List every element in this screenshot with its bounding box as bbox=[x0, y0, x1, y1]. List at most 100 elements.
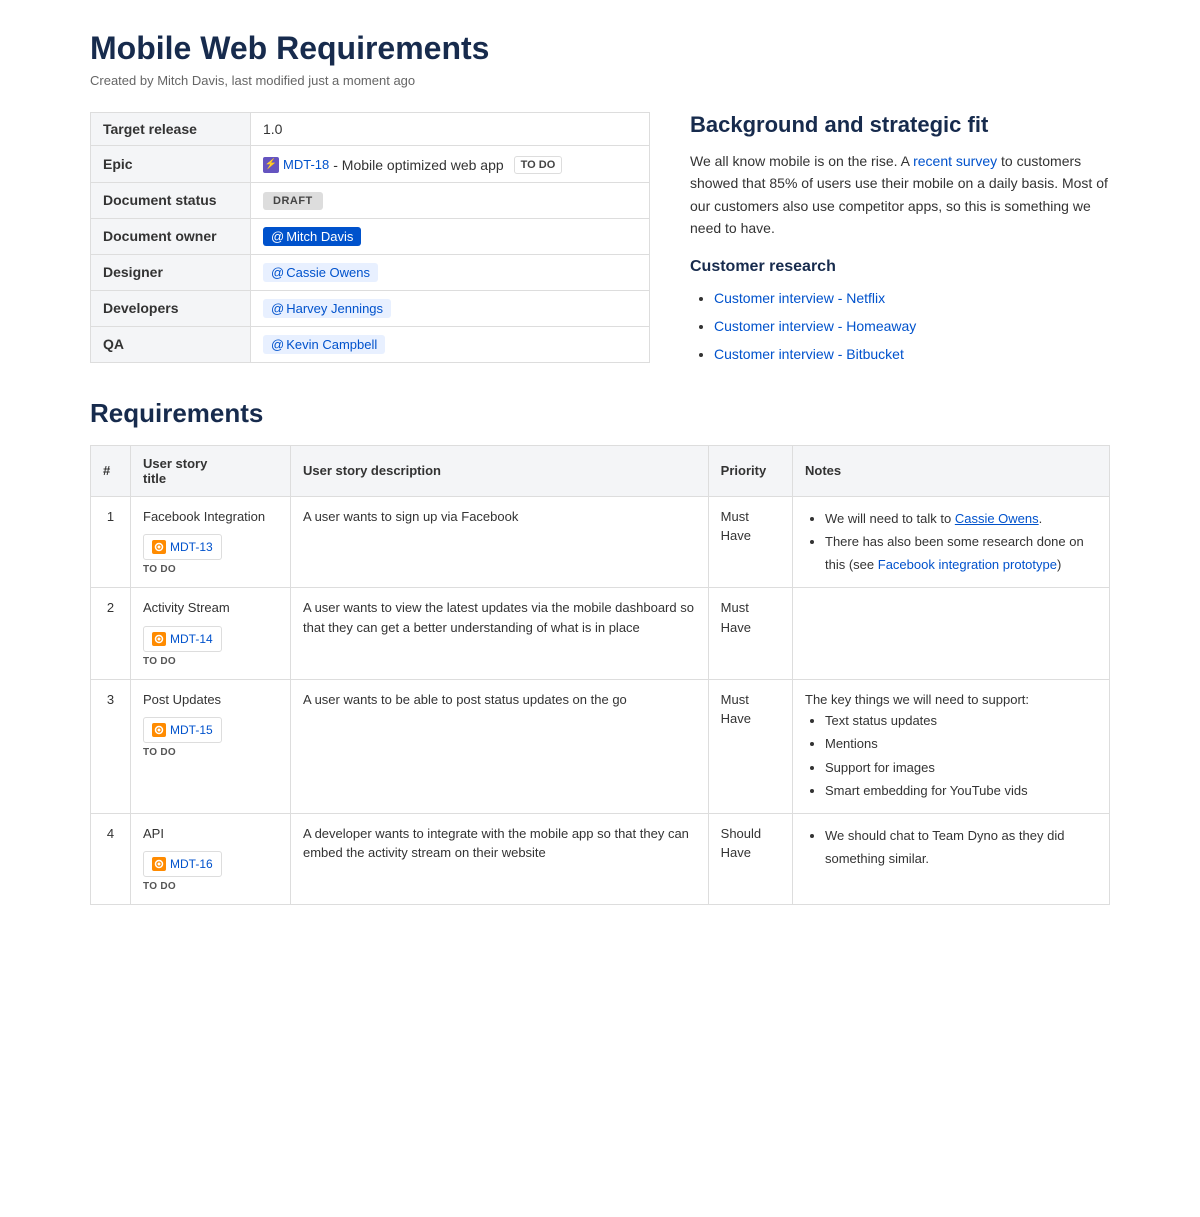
row3-todo-badge: TO DO bbox=[143, 745, 278, 760]
table-row-developers: Developers Harvey Jennings bbox=[91, 290, 650, 326]
value-doc-status: DRAFT bbox=[251, 182, 650, 218]
col-story-title: User storytitle bbox=[131, 445, 291, 496]
row2-title: Activity Stream MDT-14 TO DO bbox=[131, 588, 291, 680]
row3-priority: Must Have bbox=[708, 679, 792, 813]
table-row-release: Target release 1.0 bbox=[91, 113, 650, 146]
background-heading: Background and strategic fit bbox=[690, 112, 1110, 138]
note-item: We will need to talk to Cassie Owens. bbox=[825, 507, 1097, 530]
recent-survey-link[interactable]: recent survey bbox=[913, 153, 997, 169]
col-priority: Priority bbox=[708, 445, 792, 496]
table-row: 1 Facebook Integration MDT-13 TO DO A us… bbox=[91, 496, 1110, 588]
link-homeaway[interactable]: Customer interview - Homeaway bbox=[714, 318, 916, 334]
row1-jira-link[interactable]: MDT-13 bbox=[170, 538, 213, 556]
row1-todo-badge: TO DO bbox=[143, 562, 278, 577]
row2-todo-badge: TO DO bbox=[143, 654, 278, 669]
table-row-designer: Designer Cassie Owens bbox=[91, 254, 650, 290]
label-doc-owner: Document owner bbox=[91, 218, 251, 254]
row1-notes: We will need to talk to Cassie Owens. Th… bbox=[793, 496, 1110, 588]
row4-title: API MDT-16 TO DO bbox=[131, 813, 291, 905]
epic-jira-link[interactable]: MDT-18 bbox=[283, 157, 329, 172]
table-header-row: # User storytitle User story description… bbox=[91, 445, 1110, 496]
row4-jira-link[interactable]: MDT-16 bbox=[170, 855, 213, 873]
table-row: 4 API MDT-16 TO DO A developer wants to … bbox=[91, 813, 1110, 905]
row2-priority: Must Have bbox=[708, 588, 792, 680]
jira-epic-icon: ⚡ bbox=[263, 157, 279, 173]
row4-notes: We should chat to Team Dyno as they did … bbox=[793, 813, 1110, 905]
label-developers: Developers bbox=[91, 290, 251, 326]
table-row: 3 Post Updates MDT-15 TO DO A user wants… bbox=[91, 679, 1110, 813]
row2-jira-tag: MDT-14 bbox=[143, 626, 222, 652]
page-title: Mobile Web Requirements bbox=[90, 30, 1110, 67]
epic-jira-text: - Mobile optimized web app bbox=[333, 157, 503, 173]
value-epic: ⚡ MDT-18 - Mobile optimized web app TO D… bbox=[251, 146, 650, 183]
row3-notes: The key things we will need to support: … bbox=[793, 679, 1110, 813]
row4-num: 4 bbox=[91, 813, 131, 905]
col-story-desc: User story description bbox=[291, 445, 709, 496]
row2-jira-icon bbox=[152, 632, 166, 646]
requirements-table: # User storytitle User story description… bbox=[90, 445, 1110, 906]
row2-title-text: Activity Stream bbox=[143, 598, 278, 618]
row3-jira-icon bbox=[152, 723, 166, 737]
table-row: 2 Activity Stream MDT-14 TO DO A user wa… bbox=[91, 588, 1110, 680]
row1-title-text: Facebook Integration bbox=[143, 507, 278, 527]
row3-jira-tag: MDT-15 bbox=[143, 717, 222, 743]
row2-notes bbox=[793, 588, 1110, 680]
mention-kevin-campbell[interactable]: Kevin Campbell bbox=[263, 335, 385, 354]
row3-title: Post Updates MDT-15 TO DO bbox=[131, 679, 291, 813]
row3-num: 3 bbox=[91, 679, 131, 813]
value-qa: Kevin Campbell bbox=[251, 326, 650, 362]
row1-jira-tag: MDT-13 bbox=[143, 534, 222, 560]
list-item-bitbucket: Customer interview - Bitbucket bbox=[714, 340, 1110, 368]
row4-jira-icon bbox=[152, 857, 166, 871]
label-designer: Designer bbox=[91, 254, 251, 290]
row2-num: 2 bbox=[91, 588, 131, 680]
row4-priority: Should Have bbox=[708, 813, 792, 905]
row3-notes-list: Text status updates Mentions Support for… bbox=[805, 709, 1097, 803]
info-table: Target release 1.0 Epic ⚡ MDT-18 - Mobil… bbox=[90, 112, 650, 363]
mention-harvey-jennings[interactable]: Harvey Jennings bbox=[263, 299, 391, 318]
requirements-heading: Requirements bbox=[90, 398, 1110, 429]
row3-jira-link[interactable]: MDT-15 bbox=[170, 721, 213, 739]
table-row-doc-owner: Document owner Mitch Davis bbox=[91, 218, 650, 254]
col-num: # bbox=[91, 445, 131, 496]
draft-badge: DRAFT bbox=[263, 192, 323, 210]
row4-todo-badge: TO DO bbox=[143, 879, 278, 894]
page-subtitle: Created by Mitch Davis, last modified ju… bbox=[90, 73, 1110, 88]
value-doc-owner: Mitch Davis bbox=[251, 218, 650, 254]
label-epic: Epic bbox=[91, 146, 251, 183]
note-item: Smart embedding for YouTube vids bbox=[825, 779, 1097, 802]
label-target-release: Target release bbox=[91, 113, 251, 146]
list-item-netflix: Customer interview - Netflix bbox=[714, 284, 1110, 312]
note-item: We should chat to Team Dyno as they did … bbox=[825, 824, 1097, 871]
note-fb-prototype-link[interactable]: Facebook integration prototype bbox=[878, 557, 1057, 572]
row4-description: A developer wants to integrate with the … bbox=[291, 813, 709, 905]
link-bitbucket[interactable]: Customer interview - Bitbucket bbox=[714, 346, 904, 362]
table-row-epic: Epic ⚡ MDT-18 - Mobile optimized web app… bbox=[91, 146, 650, 183]
row2-jira-link[interactable]: MDT-14 bbox=[170, 630, 213, 648]
value-developers: Harvey Jennings bbox=[251, 290, 650, 326]
note-item: Support for images bbox=[825, 756, 1097, 779]
row1-num: 1 bbox=[91, 496, 131, 588]
row1-description: A user wants to sign up via Facebook bbox=[291, 496, 709, 588]
background-body: We all know mobile is on the rise. A rec… bbox=[690, 150, 1110, 240]
table-row-doc-status: Document status DRAFT bbox=[91, 182, 650, 218]
note-item: Mentions bbox=[825, 732, 1097, 755]
right-panel: Background and strategic fit We all know… bbox=[690, 112, 1110, 368]
value-designer: Cassie Owens bbox=[251, 254, 650, 290]
note-item: There has also been some research done o… bbox=[825, 530, 1097, 577]
mention-cassie-owens[interactable]: Cassie Owens bbox=[263, 263, 378, 282]
row4-jira-tag: MDT-16 bbox=[143, 851, 222, 877]
col-notes: Notes bbox=[793, 445, 1110, 496]
customer-research-list: Customer interview - Netflix Customer in… bbox=[690, 284, 1110, 368]
row2-description: A user wants to view the latest updates … bbox=[291, 588, 709, 680]
row3-title-text: Post Updates bbox=[143, 690, 278, 710]
note-item: Text status updates bbox=[825, 709, 1097, 732]
table-row-qa: QA Kevin Campbell bbox=[91, 326, 650, 362]
note-cassie-link[interactable]: Cassie Owens bbox=[955, 511, 1039, 526]
link-netflix[interactable]: Customer interview - Netflix bbox=[714, 290, 885, 306]
row4-title-text: API bbox=[143, 824, 278, 844]
top-section: Target release 1.0 Epic ⚡ MDT-18 - Mobil… bbox=[90, 112, 1110, 368]
mention-mitch-davis[interactable]: Mitch Davis bbox=[263, 227, 361, 246]
row1-title: Facebook Integration MDT-13 TO DO bbox=[131, 496, 291, 588]
row3-notes-intro: The key things we will need to support: bbox=[805, 692, 1029, 707]
